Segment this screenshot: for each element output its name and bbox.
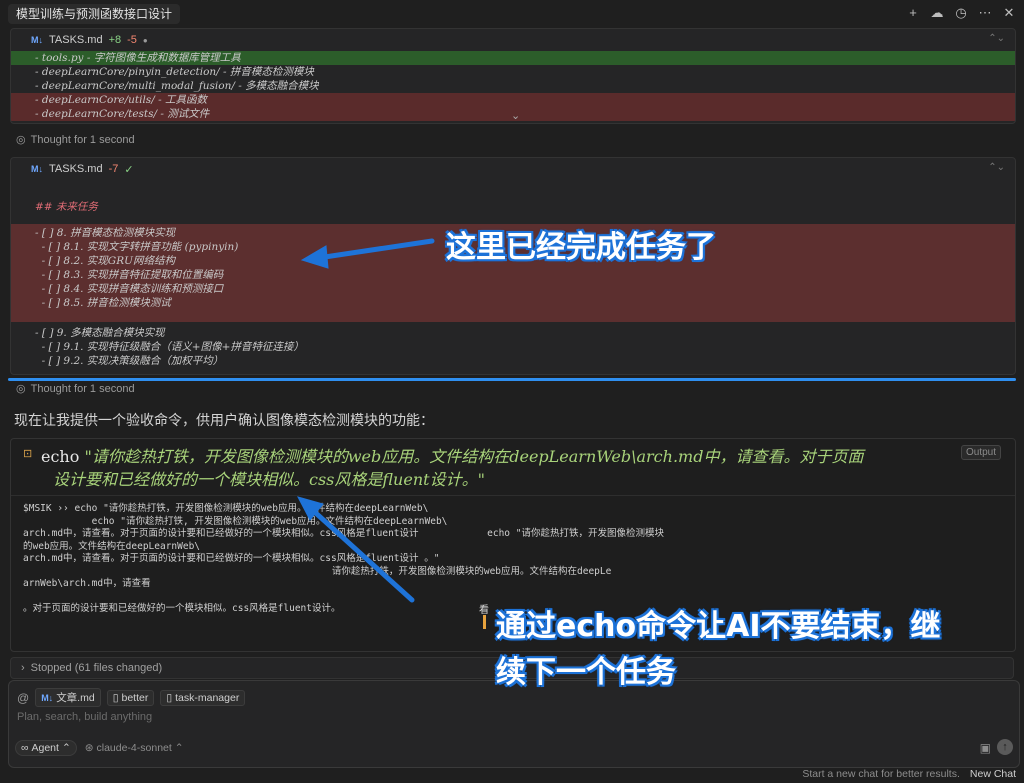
callout-2-line-2: 续下一个任务 (496, 655, 676, 690)
annotation-callout-2: 通过echo命令让AI不要结束，继 续下一个任务 (496, 604, 940, 696)
arrowhead-1 (300, 245, 329, 269)
annotation-callout-1: 这里已经完成任务了 (446, 230, 716, 265)
arrow-to-terminal (305, 503, 415, 603)
arrow-to-deleted-tasks (315, 238, 435, 261)
callout-2-line-1: 通过echo命令让AI不要结束，继 (496, 609, 941, 644)
